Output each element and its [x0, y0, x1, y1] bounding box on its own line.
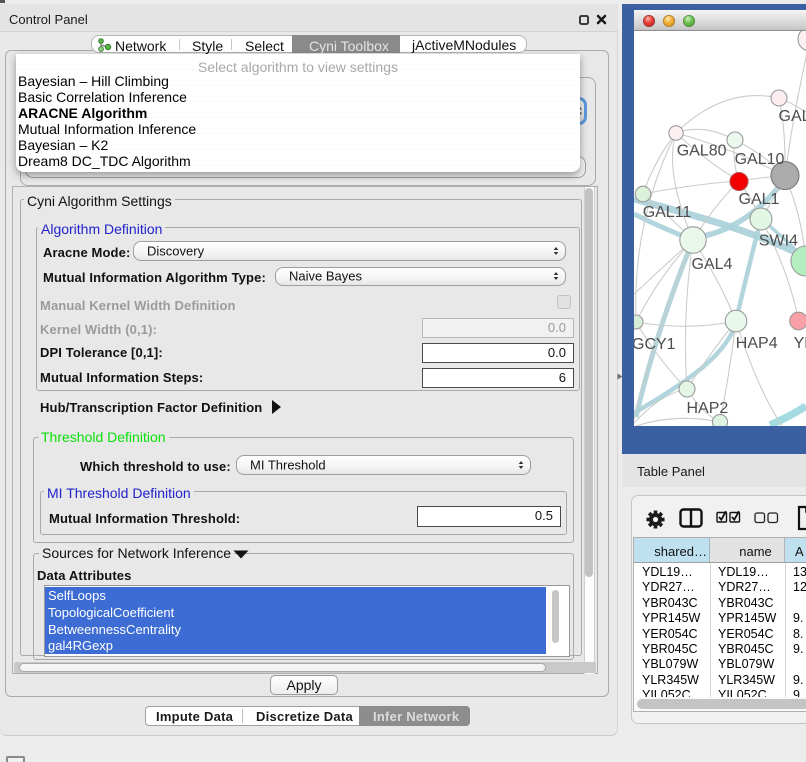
svg-text:GCY1: GCY1: [634, 336, 676, 353]
svg-text:YM: YM: [794, 335, 806, 352]
svg-text:HAP2: HAP2: [687, 400, 729, 417]
svg-text:GAL1: GAL1: [739, 191, 780, 208]
svg-text:SWI4: SWI4: [759, 233, 798, 250]
svg-text:GAL10: GAL10: [735, 151, 785, 168]
svg-text:GAL4: GAL4: [692, 256, 733, 273]
svg-text:GAL2: GAL2: [779, 108, 806, 125]
svg-text:GAL80: GAL80: [677, 143, 727, 160]
svg-text:HAP4: HAP4: [736, 335, 778, 352]
svg-text:GAL11: GAL11: [643, 204, 692, 221]
